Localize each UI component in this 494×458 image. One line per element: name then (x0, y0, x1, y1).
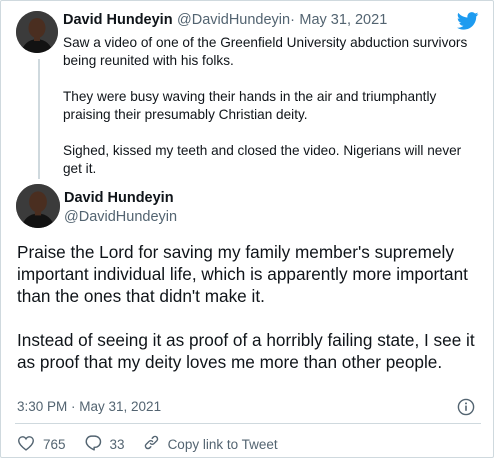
separator-dot: · (290, 12, 295, 28)
tweet-2-text: Praise the Lord for saving my family mem… (17, 241, 481, 373)
link-icon (143, 434, 168, 454)
tweet-embed-card: David Hundeyin @DavidHundeyin· May 31, 2… (0, 0, 494, 458)
twitter-bird-icon[interactable] (456, 12, 479, 35)
like-button[interactable]: 765 (17, 435, 66, 454)
tweet-2-paragraph: Instead of seeing it as proof of a horri… (17, 330, 475, 372)
thread-connector-line (38, 59, 40, 179)
tweet-1-paragraph: Saw a video of one of the Greenfield Uni… (63, 35, 468, 68)
tweet-actions: 765 33 Copy link to Tweet (17, 434, 296, 454)
tweet-1-header: David Hundeyin @DavidHundeyin· May 31, 2… (63, 11, 387, 29)
like-count: 765 (43, 436, 66, 452)
reply-button[interactable]: 33 (84, 434, 125, 454)
author-handle[interactable]: @DavidHundeyin (64, 209, 177, 225)
tweet-2-paragraph: Praise the Lord for saving my family mem… (17, 242, 468, 306)
avatar[interactable] (16, 11, 58, 53)
divider (15, 423, 481, 424)
info-icon[interactable] (457, 398, 475, 421)
copy-link-label: Copy link to Tweet (167, 436, 278, 452)
tweet-date[interactable]: May 31, 2021 (299, 12, 387, 28)
author-name[interactable]: David Hundeyin (64, 190, 174, 206)
author-handle[interactable]: @DavidHundeyin (177, 12, 290, 28)
author-name[interactable]: David Hundeyin (63, 12, 173, 28)
heart-icon (17, 435, 43, 454)
tweet-timestamp[interactable]: 3:30 PM · May 31, 2021 (17, 399, 161, 414)
avatar[interactable] (16, 184, 60, 228)
tweet-1-text: Saw a video of one of the Greenfield Uni… (63, 34, 483, 178)
tweet-1-paragraph: They were busy waving their hands in the… (63, 89, 437, 122)
copy-link-button[interactable]: Copy link to Tweet (143, 434, 278, 454)
reply-count: 33 (109, 436, 125, 452)
tweet-1-paragraph: Sighed, kissed my teeth and closed the v… (63, 143, 462, 176)
reply-icon (84, 434, 110, 454)
